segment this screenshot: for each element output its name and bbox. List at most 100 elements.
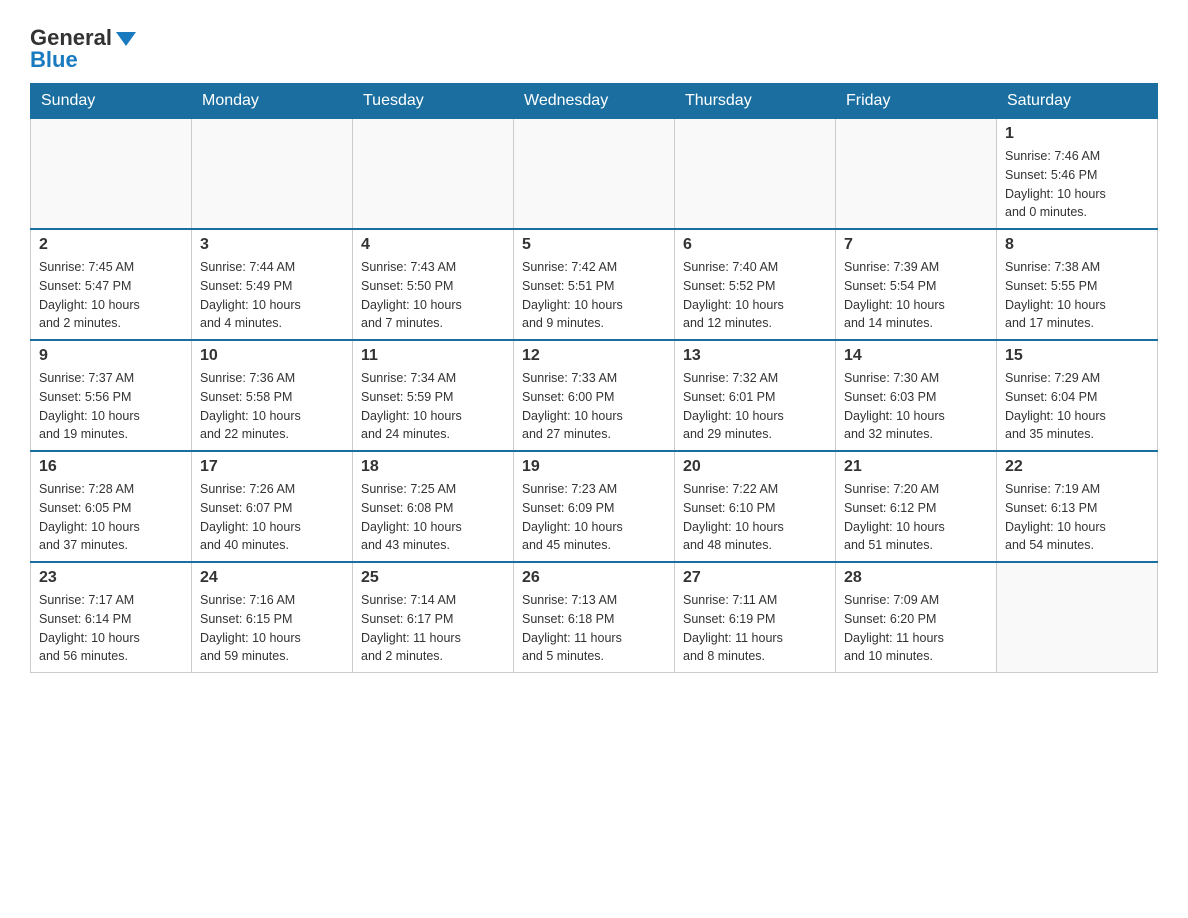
day-number: 14 bbox=[844, 347, 988, 365]
calendar-cell bbox=[192, 119, 353, 230]
calendar-cell: 8Sunrise: 7:38 AM Sunset: 5:55 PM Daylig… bbox=[997, 229, 1158, 340]
day-number: 25 bbox=[361, 569, 505, 587]
calendar-cell: 11Sunrise: 7:34 AM Sunset: 5:59 PM Dayli… bbox=[353, 340, 514, 451]
calendar-cell: 28 Sunrise: 7:09 AM Sunset: 6:20 PM Dayli… bbox=[836, 562, 997, 673]
calendar-cell: 12 Sunrise: 7:33 AM Sunset: 6:00 PM Dayli… bbox=[514, 340, 675, 451]
day-number: 15 bbox=[1005, 347, 1149, 365]
day-info: Sunrise: 7:25 AM Sunset: 6:08 PM Dayligh… bbox=[361, 480, 505, 555]
day-number: 1 bbox=[1005, 125, 1149, 143]
calendar-week-row-4: 16Sunrise: 7:28 AM Sunset: 6:05 PM Dayli… bbox=[31, 451, 1158, 562]
day-info: Sunrise: 7:11 AM Sunset: 6:19 PM Dayligh… bbox=[683, 591, 827, 666]
calendar-cell: 1 Sunrise: 7:46 AM Sunset: 5:46 PM Daylig… bbox=[997, 119, 1158, 230]
logo-blue-text: Blue bbox=[30, 47, 78, 73]
day-number: 9 bbox=[39, 347, 183, 365]
day-info: Sunrise: 7:30 AM Sunset: 6:03 PM Dayligh… bbox=[844, 369, 988, 444]
calendar-cell: 17 Sunrise: 7:26 AM Sunset: 6:07 PM Dayli… bbox=[192, 451, 353, 562]
day-info: Sunrise: 7:29 AM Sunset: 6:04 PM Dayligh… bbox=[1005, 369, 1149, 444]
calendar-cell: 16Sunrise: 7:28 AM Sunset: 6:05 PM Dayli… bbox=[31, 451, 192, 562]
calendar-cell: 25 Sunrise: 7:14 AM Sunset: 6:17 PM Dayli… bbox=[353, 562, 514, 673]
calendar-cell: 22Sunrise: 7:19 AM Sunset: 6:13 PM Dayli… bbox=[997, 451, 1158, 562]
calendar-cell: 7Sunrise: 7:39 AM Sunset: 5:54 PM Daylig… bbox=[836, 229, 997, 340]
day-number: 20 bbox=[683, 458, 827, 476]
day-number: 11 bbox=[361, 347, 505, 365]
day-number: 22 bbox=[1005, 458, 1149, 476]
day-info: Sunrise: 7:33 AM Sunset: 6:00 PM Dayligh… bbox=[522, 369, 666, 444]
calendar-cell bbox=[514, 119, 675, 230]
day-info: Sunrise: 7:22 AM Sunset: 6:10 PM Dayligh… bbox=[683, 480, 827, 555]
calendar-cell bbox=[675, 119, 836, 230]
calendar-cell: 23 Sunrise: 7:17 AM Sunset: 6:14 PM Dayli… bbox=[31, 562, 192, 673]
calendar-cell: 27 Sunrise: 7:11 AM Sunset: 6:19 PM Dayli… bbox=[675, 562, 836, 673]
calendar-week-row-3: 9 Sunrise: 7:37 AM Sunset: 5:56 PM Daylig… bbox=[31, 340, 1158, 451]
calendar-header-row: SundayMondayTuesdayWednesdayThursdayFrid… bbox=[31, 84, 1158, 119]
calendar-cell: 13 Sunrise: 7:32 AM Sunset: 6:01 PM Dayli… bbox=[675, 340, 836, 451]
calendar-header-tuesday: Tuesday bbox=[353, 84, 514, 119]
calendar-cell: 5 Sunrise: 7:42 AM Sunset: 5:51 PM Daylig… bbox=[514, 229, 675, 340]
logo: General Blue bbox=[30, 20, 136, 73]
calendar-cell bbox=[836, 119, 997, 230]
calendar-cell bbox=[353, 119, 514, 230]
day-info: Sunrise: 7:09 AM Sunset: 6:20 PM Dayligh… bbox=[844, 591, 988, 666]
calendar-header-thursday: Thursday bbox=[675, 84, 836, 119]
calendar-table: SundayMondayTuesdayWednesdayThursdayFrid… bbox=[30, 83, 1158, 673]
calendar-header-saturday: Saturday bbox=[997, 84, 1158, 119]
calendar-cell: 15 Sunrise: 7:29 AM Sunset: 6:04 PM Dayli… bbox=[997, 340, 1158, 451]
calendar-cell: 3 Sunrise: 7:44 AM Sunset: 5:49 PM Daylig… bbox=[192, 229, 353, 340]
day-number: 17 bbox=[200, 458, 344, 476]
calendar-cell: 2 Sunrise: 7:45 AM Sunset: 5:47 PM Daylig… bbox=[31, 229, 192, 340]
day-info: Sunrise: 7:32 AM Sunset: 6:01 PM Dayligh… bbox=[683, 369, 827, 444]
day-info: Sunrise: 7:28 AM Sunset: 6:05 PM Dayligh… bbox=[39, 480, 183, 555]
day-number: 26 bbox=[522, 569, 666, 587]
day-info: Sunrise: 7:26 AM Sunset: 6:07 PM Dayligh… bbox=[200, 480, 344, 555]
calendar-header-monday: Monday bbox=[192, 84, 353, 119]
page-header: General Blue bbox=[30, 20, 1158, 73]
day-number: 4 bbox=[361, 236, 505, 254]
day-number: 21 bbox=[844, 458, 988, 476]
logo-arrow-icon bbox=[116, 32, 136, 46]
day-info: Sunrise: 7:44 AM Sunset: 5:49 PM Dayligh… bbox=[200, 258, 344, 333]
day-number: 8 bbox=[1005, 236, 1149, 254]
calendar-cell: 26 Sunrise: 7:13 AM Sunset: 6:18 PM Dayli… bbox=[514, 562, 675, 673]
day-info: Sunrise: 7:17 AM Sunset: 6:14 PM Dayligh… bbox=[39, 591, 183, 666]
day-number: 10 bbox=[200, 347, 344, 365]
day-number: 5 bbox=[522, 236, 666, 254]
calendar-cell: 21 Sunrise: 7:20 AM Sunset: 6:12 PM Dayli… bbox=[836, 451, 997, 562]
day-info: Sunrise: 7:45 AM Sunset: 5:47 PM Dayligh… bbox=[39, 258, 183, 333]
day-info: Sunrise: 7:37 AM Sunset: 5:56 PM Dayligh… bbox=[39, 369, 183, 444]
day-info: Sunrise: 7:42 AM Sunset: 5:51 PM Dayligh… bbox=[522, 258, 666, 333]
day-number: 27 bbox=[683, 569, 827, 587]
day-number: 24 bbox=[200, 569, 344, 587]
calendar-cell: 9 Sunrise: 7:37 AM Sunset: 5:56 PM Daylig… bbox=[31, 340, 192, 451]
calendar-cell: 6Sunrise: 7:40 AM Sunset: 5:52 PM Daylig… bbox=[675, 229, 836, 340]
day-number: 18 bbox=[361, 458, 505, 476]
day-info: Sunrise: 7:16 AM Sunset: 6:15 PM Dayligh… bbox=[200, 591, 344, 666]
day-info: Sunrise: 7:46 AM Sunset: 5:46 PM Dayligh… bbox=[1005, 147, 1149, 222]
calendar-cell bbox=[31, 119, 192, 230]
day-number: 23 bbox=[39, 569, 183, 587]
calendar-week-row-1: 1 Sunrise: 7:46 AM Sunset: 5:46 PM Daylig… bbox=[31, 119, 1158, 230]
day-info: Sunrise: 7:39 AM Sunset: 5:54 PM Dayligh… bbox=[844, 258, 988, 333]
calendar-cell: 18 Sunrise: 7:25 AM Sunset: 6:08 PM Dayli… bbox=[353, 451, 514, 562]
calendar-cell: 10 Sunrise: 7:36 AM Sunset: 5:58 PM Dayli… bbox=[192, 340, 353, 451]
day-number: 13 bbox=[683, 347, 827, 365]
day-info: Sunrise: 7:14 AM Sunset: 6:17 PM Dayligh… bbox=[361, 591, 505, 666]
calendar-header-friday: Friday bbox=[836, 84, 997, 119]
day-info: Sunrise: 7:13 AM Sunset: 6:18 PM Dayligh… bbox=[522, 591, 666, 666]
calendar-cell: 20 Sunrise: 7:22 AM Sunset: 6:10 PM Dayli… bbox=[675, 451, 836, 562]
calendar-header-sunday: Sunday bbox=[31, 84, 192, 119]
day-number: 12 bbox=[522, 347, 666, 365]
day-info: Sunrise: 7:20 AM Sunset: 6:12 PM Dayligh… bbox=[844, 480, 988, 555]
day-number: 28 bbox=[844, 569, 988, 587]
calendar-cell: 4Sunrise: 7:43 AM Sunset: 5:50 PM Daylig… bbox=[353, 229, 514, 340]
day-info: Sunrise: 7:23 AM Sunset: 6:09 PM Dayligh… bbox=[522, 480, 666, 555]
day-number: 19 bbox=[522, 458, 666, 476]
calendar-cell bbox=[997, 562, 1158, 673]
day-info: Sunrise: 7:36 AM Sunset: 5:58 PM Dayligh… bbox=[200, 369, 344, 444]
calendar-cell: 24 Sunrise: 7:16 AM Sunset: 6:15 PM Dayli… bbox=[192, 562, 353, 673]
calendar-cell: 19 Sunrise: 7:23 AM Sunset: 6:09 PM Dayli… bbox=[514, 451, 675, 562]
day-info: Sunrise: 7:40 AM Sunset: 5:52 PM Dayligh… bbox=[683, 258, 827, 333]
day-number: 2 bbox=[39, 236, 183, 254]
calendar-header-wednesday: Wednesday bbox=[514, 84, 675, 119]
day-number: 3 bbox=[200, 236, 344, 254]
calendar-cell: 14 Sunrise: 7:30 AM Sunset: 6:03 PM Dayli… bbox=[836, 340, 997, 451]
